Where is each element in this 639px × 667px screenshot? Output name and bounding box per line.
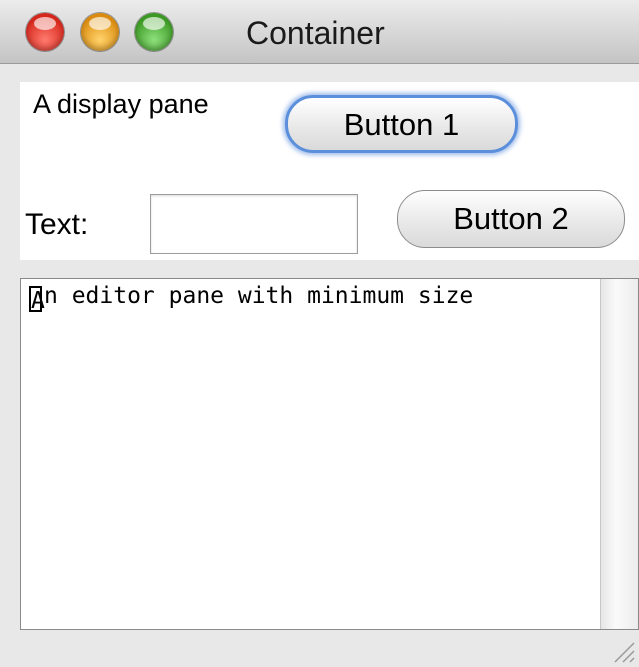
zoom-light-icon[interactable] xyxy=(135,13,173,51)
minimize-light-icon[interactable] xyxy=(81,13,119,51)
editor-content: n editor pane with minimum size xyxy=(44,283,474,309)
window-titlebar[interactable]: Container xyxy=(0,0,639,64)
display-pane-label: A display pane xyxy=(33,89,209,119)
button-1[interactable]: Button 1 xyxy=(285,95,518,153)
button-2[interactable]: Button 2 xyxy=(397,190,625,248)
resize-grip-icon[interactable] xyxy=(611,639,635,663)
close-light-icon[interactable] xyxy=(26,13,64,51)
vertical-scrollbar[interactable] xyxy=(600,279,638,629)
text-label: Text: xyxy=(25,208,89,241)
editor-text: An editor pane with minimum size xyxy=(29,283,474,314)
window-title: Container xyxy=(246,15,385,51)
editor-pane[interactable]: An editor pane with minimum size xyxy=(20,278,639,630)
text-input[interactable] xyxy=(150,194,358,254)
text-cursor: A xyxy=(29,286,45,314)
